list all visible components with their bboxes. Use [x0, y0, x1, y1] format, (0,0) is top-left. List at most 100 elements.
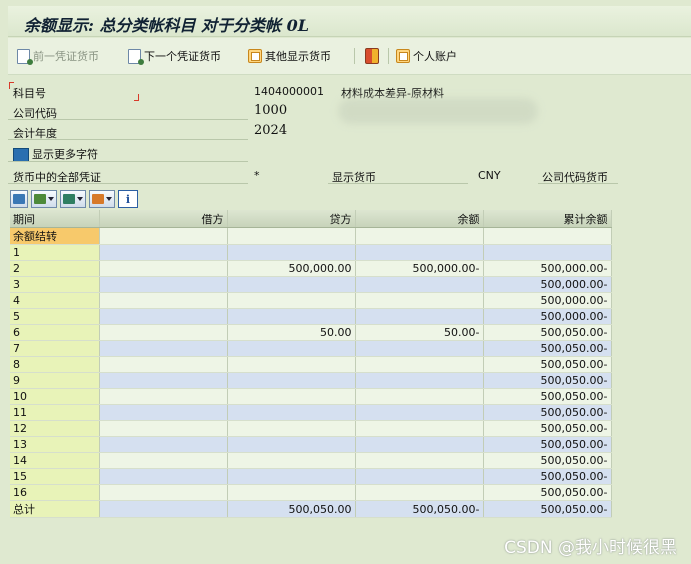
other-display-currency-button[interactable]: 其他显示货币: [248, 47, 331, 65]
cell-cumulative[interactable]: 500,050.00-: [483, 452, 612, 469]
cell-debit[interactable]: [99, 500, 228, 518]
cell-cumulative[interactable]: 500,050.00-: [483, 372, 612, 389]
cell-period[interactable]: 9: [10, 372, 100, 389]
cell-balance[interactable]: [355, 484, 484, 501]
company-code-value[interactable]: 1000: [254, 103, 287, 118]
personal-account-button[interactable]: 个人账户: [396, 47, 457, 65]
table-row[interactable]: 14 500,050.00-: [10, 452, 612, 469]
table-row[interactable]: 8 500,050.00-: [10, 356, 612, 373]
cell-credit[interactable]: [227, 244, 356, 261]
cell-debit[interactable]: [99, 260, 228, 277]
table-row[interactable]: 12 500,050.00-: [10, 420, 612, 437]
cell-cumulative[interactable]: 500,050.00-: [483, 500, 612, 518]
column-header-period[interactable]: 期间: [10, 210, 100, 228]
cell-credit[interactable]: [227, 484, 356, 501]
info-button[interactable]: i: [118, 190, 138, 208]
cell-balance[interactable]: 500,050.00-: [355, 500, 484, 518]
cell-balance[interactable]: [355, 404, 484, 421]
layout-button[interactable]: [31, 190, 57, 208]
cell-credit[interactable]: 50.00: [227, 324, 356, 341]
fiscal-year-value[interactable]: 2024: [254, 123, 287, 138]
cell-period[interactable]: 3: [10, 276, 100, 293]
cell-credit[interactable]: [227, 372, 356, 389]
cell-balance[interactable]: [355, 356, 484, 373]
cell-period[interactable]: 2: [10, 260, 100, 277]
cell-credit[interactable]: [227, 356, 356, 373]
cell-period[interactable]: 6: [10, 324, 100, 341]
cell-period[interactable]: 14: [10, 452, 100, 469]
cell-debit[interactable]: [99, 324, 228, 341]
table-row[interactable]: 总计 500,050.00 500,050.00- 500,050.00-: [10, 500, 612, 518]
cell-debit[interactable]: [99, 308, 228, 325]
cell-cumulative[interactable]: 500,050.00-: [483, 404, 612, 421]
table-row[interactable]: 4 500,000.00-: [10, 292, 612, 309]
next-document-currency-button[interactable]: 下一个凭证货币: [128, 47, 221, 65]
cell-credit[interactable]: [227, 227, 356, 245]
cell-debit[interactable]: [99, 372, 228, 389]
cell-cumulative[interactable]: 500,050.00-: [483, 340, 612, 357]
table-row[interactable]: 11 500,050.00-: [10, 404, 612, 421]
cell-balance[interactable]: [355, 244, 484, 261]
cell-debit[interactable]: [99, 420, 228, 437]
show-more-characters-button[interactable]: 显示更多字符: [13, 146, 98, 162]
cell-period[interactable]: 12: [10, 420, 100, 437]
table-row[interactable]: 6 50.00 50.00- 500,050.00-: [10, 324, 612, 341]
cell-period[interactable]: 1: [10, 244, 100, 261]
cell-period[interactable]: 16: [10, 484, 100, 501]
cell-credit[interactable]: [227, 420, 356, 437]
cell-credit[interactable]: 500,000.00: [227, 260, 356, 277]
cell-cumulative[interactable]: [483, 227, 612, 245]
column-header-credit[interactable]: 贷方: [227, 210, 356, 228]
cell-balance[interactable]: [355, 276, 484, 293]
cell-cumulative[interactable]: 500,000.00-: [483, 276, 612, 293]
account-number-value[interactable]: 1404000001: [254, 85, 324, 98]
export-button[interactable]: [60, 190, 86, 208]
cell-period[interactable]: 13: [10, 436, 100, 453]
cell-period[interactable]: 总计: [10, 500, 100, 518]
cell-credit[interactable]: [227, 404, 356, 421]
cell-balance[interactable]: [355, 436, 484, 453]
cell-period[interactable]: 5: [10, 308, 100, 325]
cell-balance[interactable]: [355, 388, 484, 405]
column-header-balance[interactable]: 余额: [355, 210, 484, 228]
cell-cumulative[interactable]: 500,050.00-: [483, 324, 612, 341]
cell-period[interactable]: 余额结转: [10, 227, 100, 245]
view-button[interactable]: [89, 190, 115, 208]
cell-cumulative[interactable]: 500,050.00-: [483, 468, 612, 485]
cell-credit[interactable]: [227, 452, 356, 469]
cell-balance[interactable]: [355, 468, 484, 485]
table-row[interactable]: 7 500,050.00-: [10, 340, 612, 357]
cell-debit[interactable]: [99, 468, 228, 485]
table-row[interactable]: 9 500,050.00-: [10, 372, 612, 389]
table-row[interactable]: 13 500,050.00-: [10, 436, 612, 453]
cell-debit[interactable]: [99, 436, 228, 453]
table-row[interactable]: 5 500,000.00-: [10, 308, 612, 325]
print-button[interactable]: [10, 190, 28, 208]
cell-balance[interactable]: [355, 292, 484, 309]
previous-document-currency-button[interactable]: 前一凭证货币: [17, 47, 99, 65]
cell-cumulative[interactable]: 500,050.00-: [483, 436, 612, 453]
cell-credit[interactable]: [227, 340, 356, 357]
cell-balance[interactable]: [355, 308, 484, 325]
table-row[interactable]: 1: [10, 244, 612, 261]
cell-balance[interactable]: [355, 452, 484, 469]
cell-debit[interactable]: [99, 388, 228, 405]
cell-credit[interactable]: 500,050.00: [227, 500, 356, 518]
table-row[interactable]: 10 500,050.00-: [10, 388, 612, 405]
table-row-carry-forward[interactable]: 余额结转: [10, 227, 612, 245]
cell-debit[interactable]: [99, 227, 228, 245]
cell-cumulative[interactable]: 500,000.00-: [483, 260, 612, 277]
cell-cumulative[interactable]: 500,000.00-: [483, 292, 612, 309]
blocks-button[interactable]: [365, 47, 379, 65]
cell-debit[interactable]: [99, 244, 228, 261]
table-row[interactable]: 2 500,000.00 500,000.00- 500,000.00-: [10, 260, 612, 277]
table-row[interactable]: 3 500,000.00-: [10, 276, 612, 293]
cell-debit[interactable]: [99, 356, 228, 373]
cell-debit[interactable]: [99, 484, 228, 501]
cell-balance[interactable]: 500,000.00-: [355, 260, 484, 277]
cell-balance[interactable]: [355, 227, 484, 245]
cell-credit[interactable]: [227, 292, 356, 309]
cell-credit[interactable]: [227, 436, 356, 453]
cell-credit[interactable]: [227, 468, 356, 485]
cell-cumulative[interactable]: 500,050.00-: [483, 356, 612, 373]
